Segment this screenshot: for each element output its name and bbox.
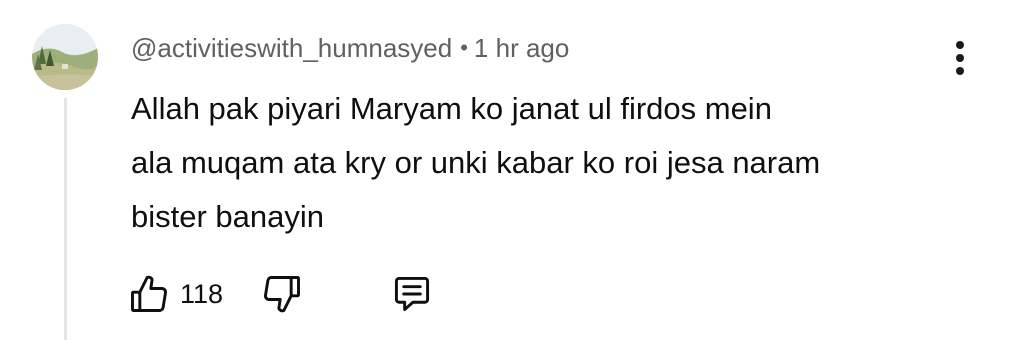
more-vertical-icon-dot xyxy=(956,67,964,75)
meta-separator: • xyxy=(460,35,468,60)
thread-line xyxy=(64,98,67,340)
comment-actions: 118 xyxy=(126,268,435,320)
author-handle[interactable]: @activitieswith_humnasyed xyxy=(131,33,452,64)
thumbs-down-icon xyxy=(264,276,301,313)
comment-reply-icon xyxy=(394,276,430,312)
thumbs-up-icon xyxy=(131,275,167,312)
landscape-avatar-image xyxy=(32,24,98,90)
comment-text: Allah pak piyari Maryam ko janat ul fird… xyxy=(131,82,981,244)
dislike-button[interactable] xyxy=(259,271,305,317)
comment-text-line: ala muqam ata kry or unki kabar ko roi j… xyxy=(131,145,821,180)
comment-timestamp[interactable]: 1 hr ago xyxy=(474,33,569,64)
more-options-button[interactable] xyxy=(940,38,980,78)
like-count: 118 xyxy=(180,278,224,309)
comment-text-line: bister banayin xyxy=(131,199,325,234)
more-vertical-icon-dot xyxy=(956,54,964,62)
reply-button[interactable] xyxy=(389,271,435,317)
avatar[interactable] xyxy=(32,24,98,90)
comment-card: @activitieswith_humnasyed • 1 hr ago All… xyxy=(0,0,1024,340)
more-vertical-icon-dot xyxy=(956,41,964,49)
comment-meta: @activitieswith_humnasyed • 1 hr ago xyxy=(131,31,569,65)
comment-text-line: Allah pak piyari Maryam ko janat ul fird… xyxy=(131,91,772,126)
like-button[interactable] xyxy=(126,271,172,317)
